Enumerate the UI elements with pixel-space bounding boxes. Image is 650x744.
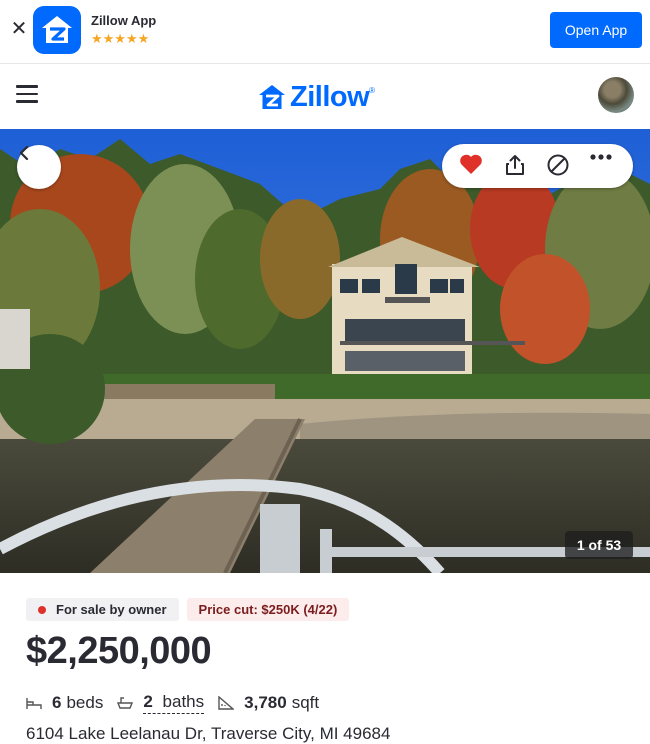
listing-address: 6104 Lake Leelanau Dr, Traverse City, MI… [26, 724, 391, 743]
open-app-button[interactable]: Open App [550, 12, 642, 48]
share-button[interactable] [503, 153, 529, 179]
chevron-left-icon [19, 145, 29, 161]
logo-text: Zillow [290, 80, 370, 113]
avatar[interactable] [598, 77, 634, 113]
hide-button[interactable] [546, 153, 572, 179]
hide-icon [547, 154, 569, 176]
beds-value: 6 [52, 693, 62, 712]
status-dot-icon [38, 605, 46, 614]
status-badge: For sale by owner [26, 598, 179, 621]
rating-stars: ★★★★★ [91, 31, 150, 46]
house-photo [0, 129, 650, 573]
baths-label: baths [162, 692, 205, 711]
listing-photo[interactable]: 1 of 53 [0, 129, 650, 573]
hamburger-icon[interactable] [16, 85, 38, 103]
beds-label: beds [66, 693, 104, 712]
app-name: Zillow App [91, 13, 157, 28]
site-header: Zillow ® [0, 65, 650, 129]
beds-fact: 6 beds [26, 693, 103, 713]
zillow-app-icon[interactable] [33, 6, 81, 54]
zillow-logo[interactable]: Zillow ® [258, 80, 375, 114]
heart-icon [460, 154, 482, 174]
listing-price: $2,250,000 [26, 630, 212, 672]
app-banner: ✕ Zillow App ★★★★★ Open App [0, 0, 650, 64]
listing-facts: 6 beds 2 baths 3,780 sqft [26, 690, 333, 716]
sqft-label: sqft [291, 693, 320, 712]
more-icon [590, 154, 612, 160]
status-label: For sale by owner [56, 602, 167, 617]
back-button[interactable] [17, 145, 61, 189]
price-cut-badge: Price cut: $250K (4/22) [186, 598, 350, 621]
baths-value: 2 [143, 692, 153, 711]
baths-link[interactable]: 2 baths [143, 692, 205, 714]
listing-tags: For sale by owner Price cut: $250K (4/22… [26, 598, 350, 621]
photo-counter: 1 of 53 [565, 531, 633, 559]
area-icon [218, 696, 235, 710]
save-button[interactable] [459, 153, 485, 179]
more-button[interactable] [589, 153, 615, 179]
sqft-fact: 3,780 sqft [218, 693, 319, 713]
zillow-house-icon [259, 85, 285, 109]
photo-action-bar [442, 144, 633, 188]
baths-fact[interactable]: 2 baths [117, 692, 205, 714]
close-icon[interactable]: ✕ [9, 18, 29, 40]
logo-registered-mark: ® [369, 85, 376, 95]
bed-icon [26, 696, 42, 710]
share-icon [506, 155, 524, 175]
sqft-value: 3,780 [244, 693, 287, 712]
bath-icon [117, 696, 134, 710]
